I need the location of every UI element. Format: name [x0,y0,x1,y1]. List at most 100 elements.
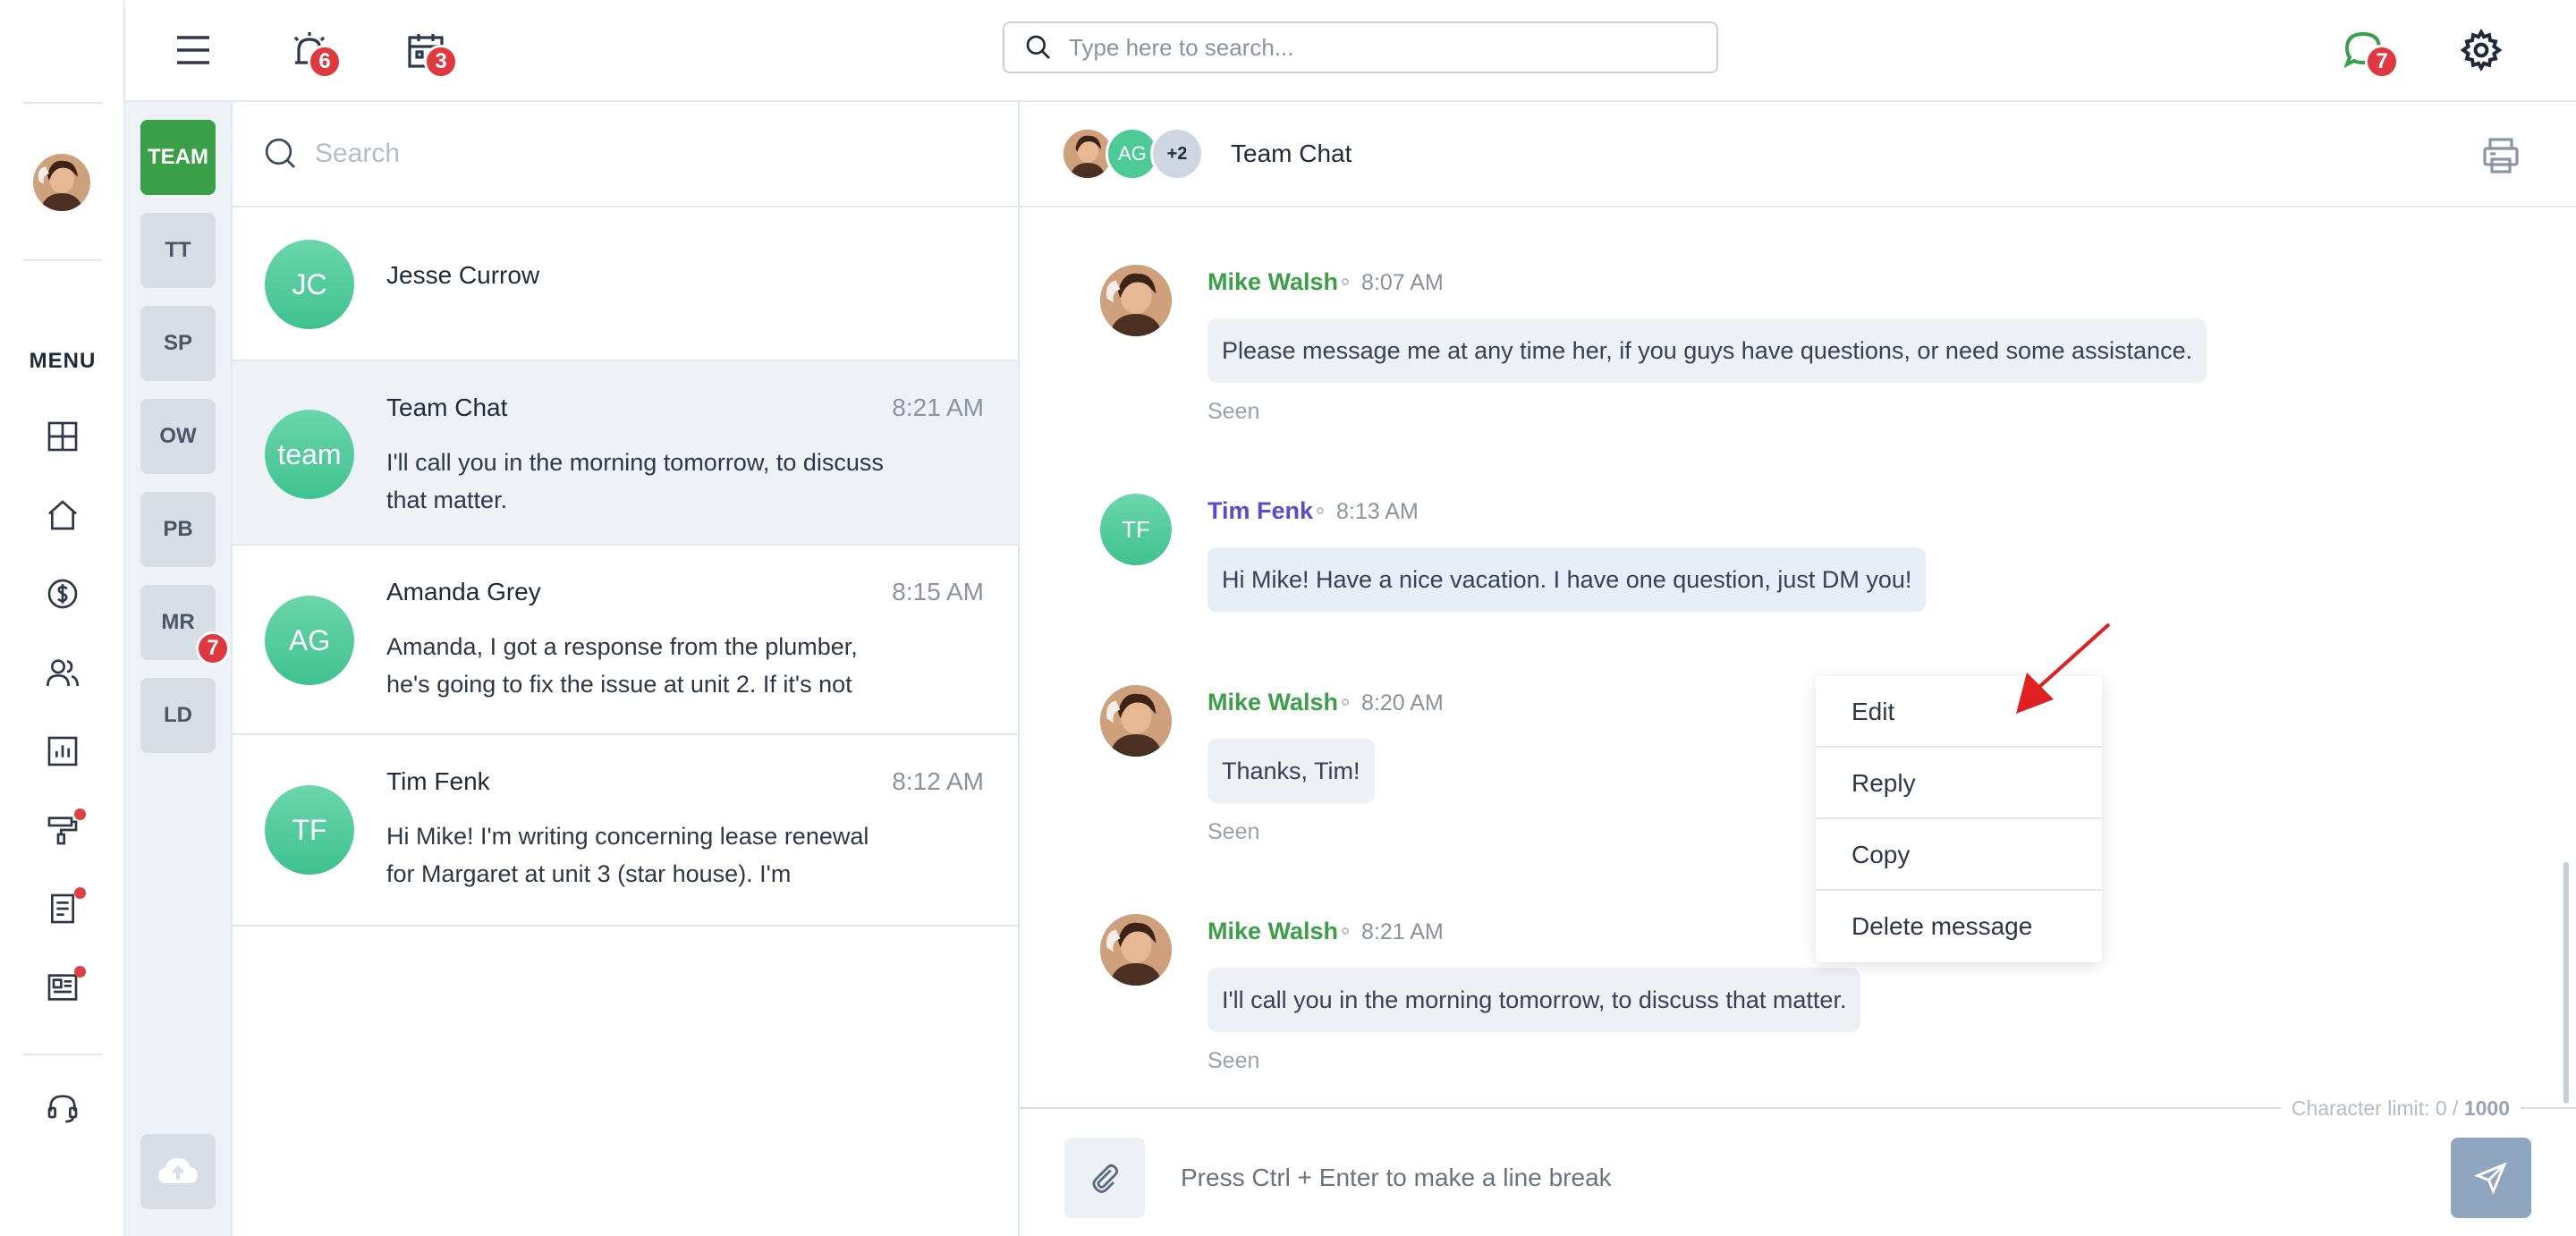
character-limit: Character limit: 0 / 1000 [1020,1096,2576,1121]
global-search-input[interactable] [1069,33,1695,62]
divider [23,259,102,261]
message-author: Mike Walsh 8:21 AM [1208,918,1444,945]
chat-title: Team Chat [1231,140,1352,167]
left-nav-rail: MENU [0,0,125,1236]
contact-name: Tim Fenk [386,767,490,795]
support-headset-icon[interactable] [41,1087,84,1130]
message-time: 8:21 AM [1361,919,1444,944]
chat-pane: AG +2 Team Chat Mike Walsh 8:07 AM Please… [1020,102,2576,1236]
channel-column: TEAM TT SP OW PB MR 7 LD [125,102,233,1236]
seen-status: Seen [1208,819,1260,844]
message-bubble[interactable]: Thanks, Tim! [1208,739,1375,803]
channel-label: MR [161,610,195,634]
document-icon[interactable] [41,887,86,930]
chat-count-badge: 7 [2365,45,2399,79]
annotation-arrow [2016,622,2111,714]
channel-sp[interactable]: SP [140,306,216,381]
conversation-item[interactable]: JC Jesse Currow [233,207,1018,361]
contact-avatar: TF [265,785,354,875]
chat-bubble-icon[interactable]: 7 [2334,21,2399,79]
users-icon[interactable] [41,651,84,694]
character-limit-text: Character limit: 0 / 1000 [2280,1096,2521,1121]
channel-ld[interactable]: LD [140,678,216,753]
notification-dot [74,887,86,899]
seen-status: Seen [1208,399,1260,424]
more-participants[interactable]: +2 [1150,127,1204,181]
send-icon [2474,1162,2507,1195]
reports-chart-icon[interactable] [41,730,84,773]
message-bubble[interactable]: Please message me at any time her, if yo… [1208,318,2207,383]
dashboard-icon[interactable] [41,415,84,458]
upload-button[interactable] [140,1134,216,1209]
global-search[interactable] [1003,21,1718,73]
author-name: Mike Walsh [1208,918,1339,944]
top-bar: 6 3 7 [125,0,2576,102]
channel-tt[interactable]: TT [140,213,216,288]
message-bubble[interactable]: Hi Mike! Have a nice vacation. I have on… [1208,547,1927,612]
contact-avatar: JC [265,240,354,329]
character-limit-label: Character limit: 0 / [2291,1096,2459,1120]
chat-header: AG +2 Team Chat [1020,102,2576,207]
conversation-item[interactable]: AG Amanda Grey 8:15 AM Amanda, I got a r… [233,546,1018,735]
message-avatar [1100,685,1172,757]
alarm-icon[interactable]: 6 [281,21,342,79]
message-composer [1020,1118,2576,1236]
calendar-count-badge: 3 [424,45,458,79]
author-name: Mike Walsh [1208,268,1339,295]
conversation-item[interactable]: TF Tim Fenk 8:12 AM Hi Mike! I'm writing… [233,735,1018,927]
message-author: Mike Walsh 8:20 AM [1208,689,1444,716]
send-button[interactable] [2451,1138,2531,1218]
message-time: 8:13 AM [1336,499,1419,524]
channel-mr[interactable]: MR 7 [140,585,230,665]
home-icon[interactable] [41,494,84,537]
paint-roller-icon[interactable] [41,808,86,851]
printer-icon[interactable] [2479,134,2522,177]
gear-icon[interactable] [2453,21,2510,79]
character-limit-max: 1000 [2463,1096,2510,1120]
message-avatar [1100,265,1172,336]
message-time: 8:20 AM [1361,690,1444,715]
alerts-count-badge: 6 [308,45,342,79]
message-author: Tim Fenk 8:13 AM [1208,497,1419,525]
copy-menu-item[interactable]: Copy [1816,819,2102,891]
author-name: Tim Fenk [1208,497,1314,524]
conversation-preview: Amanda, I got a response from the plumbe… [386,633,858,698]
conversation-list: JC Jesse Currow team Team Chat 8:21 AM I… [233,102,1020,1236]
hamburger-icon[interactable] [165,21,222,79]
channel-badge: 7 [196,631,230,665]
contact-name: Amanda Grey [386,578,541,605]
newspaper-icon[interactable] [41,966,86,1009]
author-name: Mike Walsh [1208,689,1339,715]
conversation-time: 8:12 AM [892,767,984,795]
message-bubble[interactable]: I'll call you in the morning tomorrow, t… [1208,968,1861,1032]
contact-avatar: AG [265,596,354,685]
search-icon [265,138,295,168]
divider [23,1054,102,1055]
channel-pb[interactable]: PB [140,492,216,567]
attach-button[interactable] [1064,1138,1145,1218]
dollar-icon[interactable] [41,572,84,615]
cloud-upload-icon [158,1157,198,1183]
contact-avatar: team [265,410,354,499]
seen-status: Seen [1208,1048,1260,1073]
contact-name: Team Chat [386,394,508,421]
channel-team[interactable]: TEAM [140,120,216,195]
conversation-item[interactable]: team Team Chat 8:21 AM I'll call you in … [233,361,1018,546]
notification-dot [74,808,86,820]
conversation-preview: I'll call you in the morning tomorrow, t… [386,449,884,513]
contact-name: Jesse Currow [386,261,540,289]
message-author: Mike Walsh 8:07 AM [1208,268,1444,296]
conversation-time: 8:21 AM [892,394,984,421]
conversation-search[interactable] [233,102,1018,207]
calendar-icon[interactable]: 3 [397,21,458,79]
message-avatar: TF [1100,494,1172,565]
conversation-search-input[interactable] [315,139,941,169]
user-avatar[interactable] [33,154,90,211]
channel-ow[interactable]: OW [140,399,216,474]
message-input[interactable] [1181,1154,2343,1202]
search-icon [1026,35,1050,59]
chat-scrollbar[interactable] [2563,862,2569,1104]
delete-message-menu-item[interactable]: Delete message [1816,891,2102,962]
conversation-preview: Hi Mike! I'm writing concerning lease re… [386,823,869,887]
reply-menu-item[interactable]: Reply [1816,748,2102,819]
